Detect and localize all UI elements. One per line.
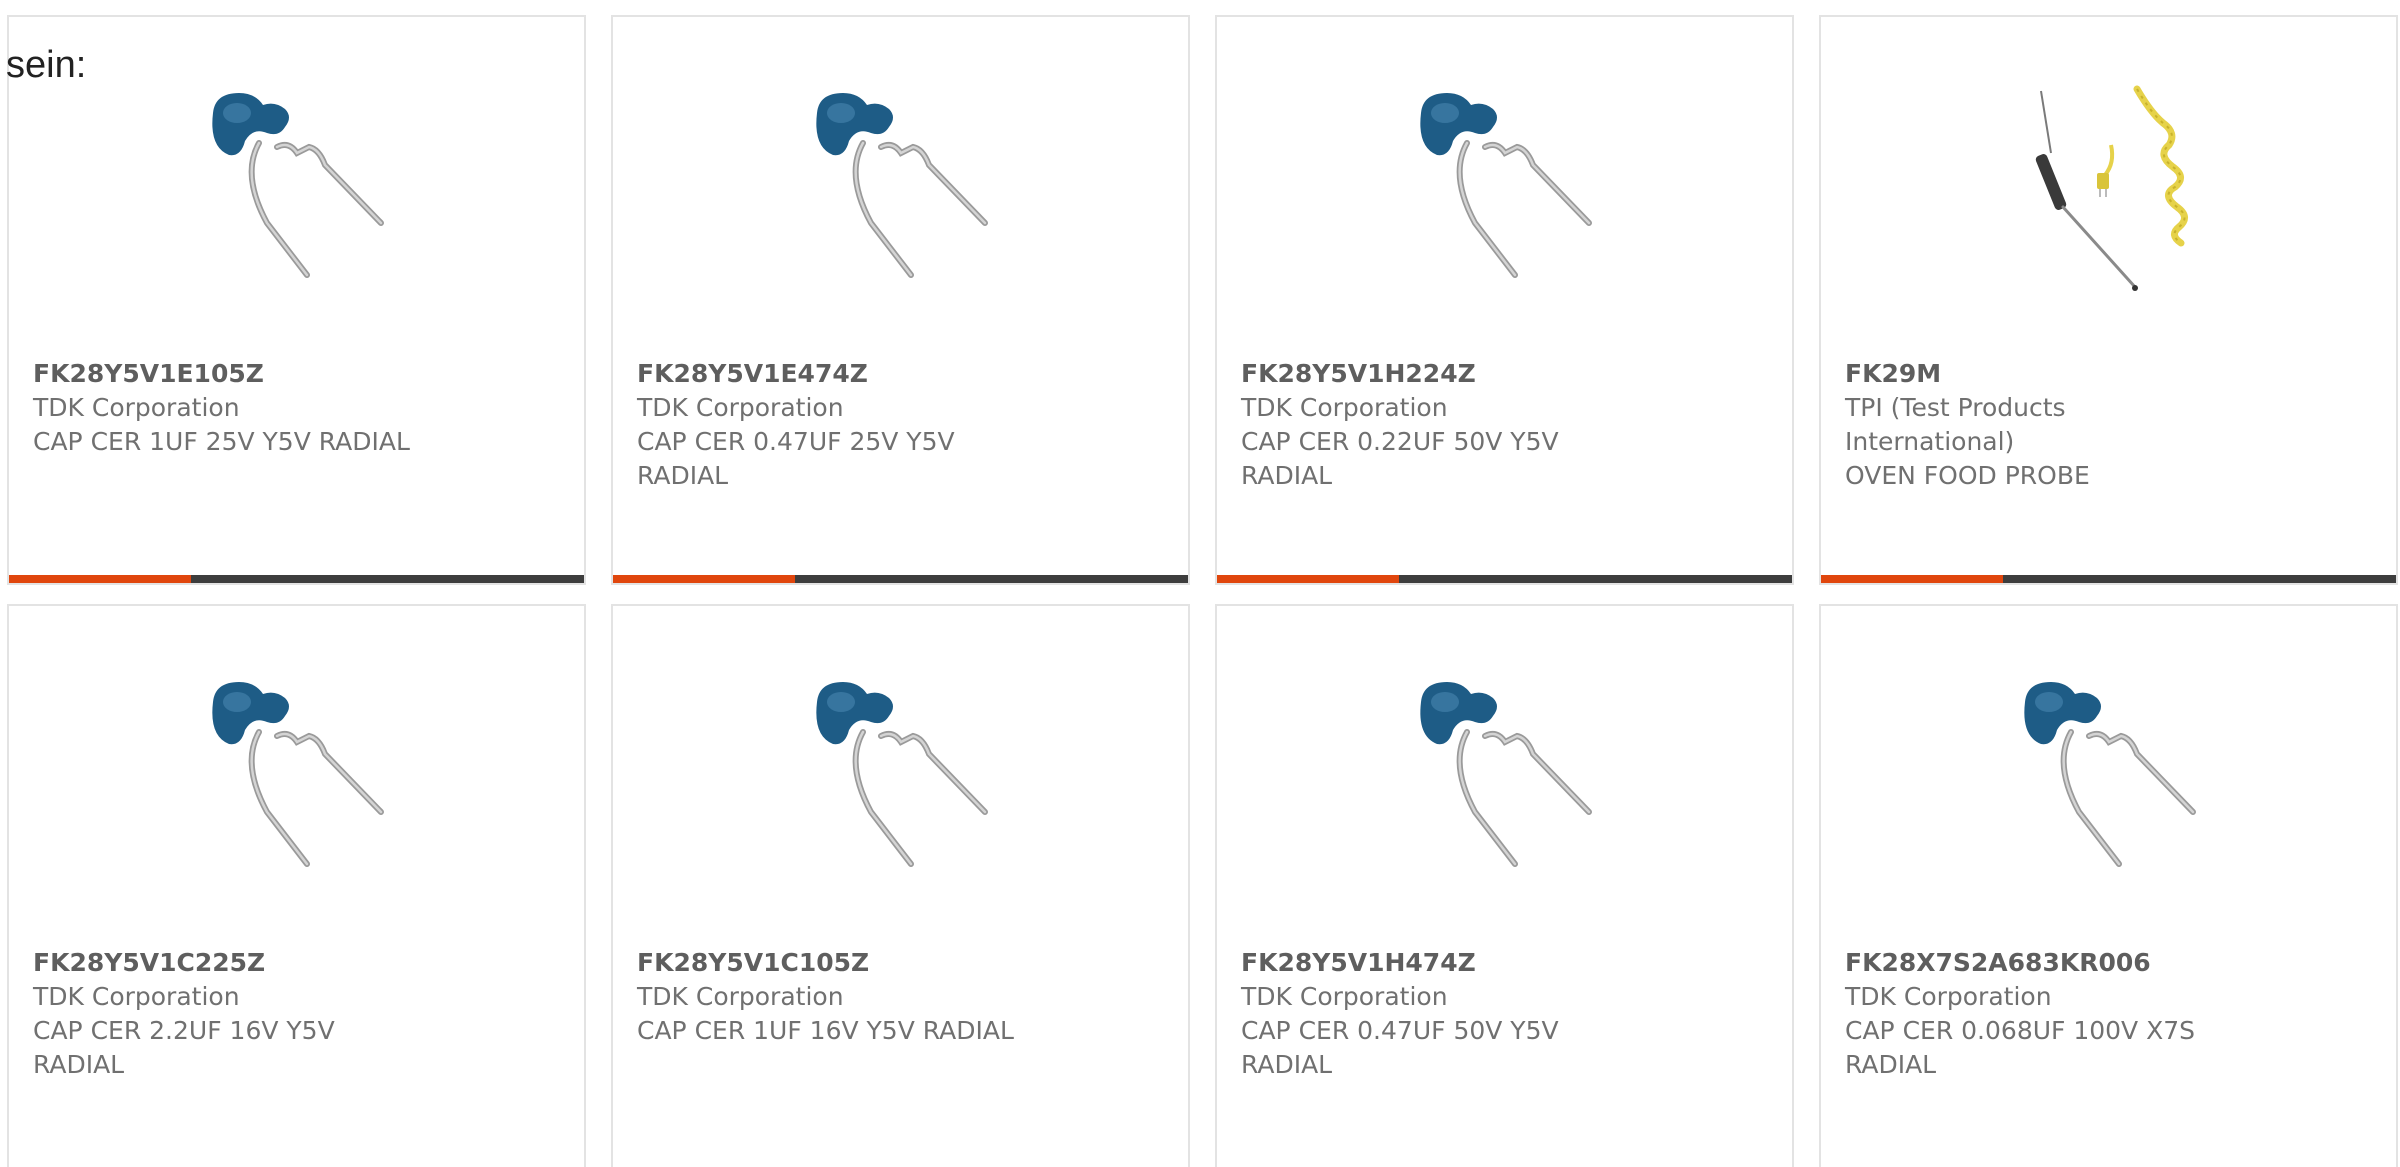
product-info: FK28Y5V1C225Z TDK Corporation CAP CER 2.… bbox=[33, 946, 424, 1082]
product-info: FK28Y5V1H474Z TDK Corporation CAP CER 0.… bbox=[1241, 946, 1632, 1082]
manufacturer-name: TDK Corporation bbox=[1241, 393, 1448, 422]
ceramic-capacitor-image[interactable] bbox=[189, 672, 409, 892]
part-number-link[interactable]: FK28Y5V1H474Z bbox=[1241, 946, 1632, 980]
card-accent-bar bbox=[1821, 575, 2396, 583]
ceramic-capacitor-image[interactable] bbox=[1397, 672, 1617, 892]
product-description: CAP CER 1UF 16V Y5V RADIAL bbox=[637, 1016, 1014, 1045]
product-card[interactable]: FK28Y5V1C105Z TDK Corporation CAP CER 1U… bbox=[611, 604, 1190, 1167]
product-description: CAP CER 2.2UF 16V Y5V RADIAL bbox=[33, 1016, 335, 1079]
product-info: FK28Y5V1C105Z TDK Corporation CAP CER 1U… bbox=[637, 946, 1028, 1048]
product-card[interactable]: FK28Y5V1H224Z TDK Corporation CAP CER 0.… bbox=[1215, 15, 1794, 585]
product-card[interactable]: FK28Y5V1E474Z TDK Corporation CAP CER 0.… bbox=[611, 15, 1190, 585]
product-info: FK28X7S2A683KR006 TDK Corporation CAP CE… bbox=[1845, 946, 2236, 1082]
product-info: FK28Y5V1E105Z TDK Corporation CAP CER 1U… bbox=[33, 357, 424, 459]
accent-bar-fill bbox=[613, 575, 795, 583]
ceramic-capacitor-image[interactable] bbox=[1397, 83, 1617, 303]
part-number-link[interactable]: FK28Y5V1C225Z bbox=[33, 946, 424, 980]
part-number-link[interactable]: FK28Y5V1E474Z bbox=[637, 357, 1028, 391]
temperature-probe-image[interactable] bbox=[2001, 83, 2221, 303]
product-description: CAP CER 0.22UF 50V Y5V RADIAL bbox=[1241, 427, 1559, 490]
manufacturer-name: TDK Corporation bbox=[33, 393, 240, 422]
product-info: FK28Y5V1E474Z TDK Corporation CAP CER 0.… bbox=[637, 357, 1028, 493]
product-card[interactable]: FK29M TPI (Test Products International) … bbox=[1819, 15, 2398, 585]
manufacturer-name: TPI (Test Products International) bbox=[1845, 393, 2066, 456]
ceramic-capacitor-image[interactable] bbox=[2001, 672, 2221, 892]
product-info: FK29M TPI (Test Products International) … bbox=[1845, 357, 2236, 493]
accent-bar-fill bbox=[1217, 575, 1399, 583]
part-number-link[interactable]: FK28Y5V1C105Z bbox=[637, 946, 1028, 980]
product-results-page: sein: FK28Y5V1E105Z TDK Corporation CAP … bbox=[0, 0, 2400, 1167]
product-grid: FK28Y5V1E105Z TDK Corporation CAP CER 1U… bbox=[7, 15, 2398, 1167]
manufacturer-name: TDK Corporation bbox=[637, 393, 844, 422]
accent-bar-fill bbox=[1821, 575, 2003, 583]
manufacturer-name: TDK Corporation bbox=[1845, 982, 2052, 1011]
ceramic-capacitor-image[interactable] bbox=[793, 83, 1013, 303]
product-card[interactable]: FK28Y5V1C225Z TDK Corporation CAP CER 2.… bbox=[7, 604, 586, 1167]
manufacturer-name: TDK Corporation bbox=[637, 982, 844, 1011]
product-description: CAP CER 1UF 25V Y5V RADIAL bbox=[33, 427, 410, 456]
product-description: CAP CER 0.068UF 100V X7S RADIAL bbox=[1845, 1016, 2196, 1079]
intro-text: sein: bbox=[6, 44, 87, 86]
manufacturer-name: TDK Corporation bbox=[1241, 982, 1448, 1011]
ceramic-capacitor-image[interactable] bbox=[189, 83, 409, 303]
product-card[interactable]: FK28Y5V1H474Z TDK Corporation CAP CER 0.… bbox=[1215, 604, 1794, 1167]
card-accent-bar bbox=[9, 575, 584, 583]
part-number-link[interactable]: FK29M bbox=[1845, 357, 2236, 391]
card-accent-bar bbox=[1217, 575, 1792, 583]
part-number-link[interactable]: FK28Y5V1E105Z bbox=[33, 357, 424, 391]
product-description: OVEN FOOD PROBE bbox=[1845, 461, 2090, 490]
product-description: CAP CER 0.47UF 50V Y5V RADIAL bbox=[1241, 1016, 1559, 1079]
part-number-link[interactable]: FK28X7S2A683KR006 bbox=[1845, 946, 2236, 980]
part-number-link[interactable]: FK28Y5V1H224Z bbox=[1241, 357, 1632, 391]
product-info: FK28Y5V1H224Z TDK Corporation CAP CER 0.… bbox=[1241, 357, 1632, 493]
product-card[interactable]: FK28X7S2A683KR006 TDK Corporation CAP CE… bbox=[1819, 604, 2398, 1167]
card-accent-bar bbox=[613, 575, 1188, 583]
product-description: CAP CER 0.47UF 25V Y5V RADIAL bbox=[637, 427, 955, 490]
manufacturer-name: TDK Corporation bbox=[33, 982, 240, 1011]
ceramic-capacitor-image[interactable] bbox=[793, 672, 1013, 892]
product-card[interactable]: FK28Y5V1E105Z TDK Corporation CAP CER 1U… bbox=[7, 15, 586, 585]
accent-bar-fill bbox=[9, 575, 191, 583]
